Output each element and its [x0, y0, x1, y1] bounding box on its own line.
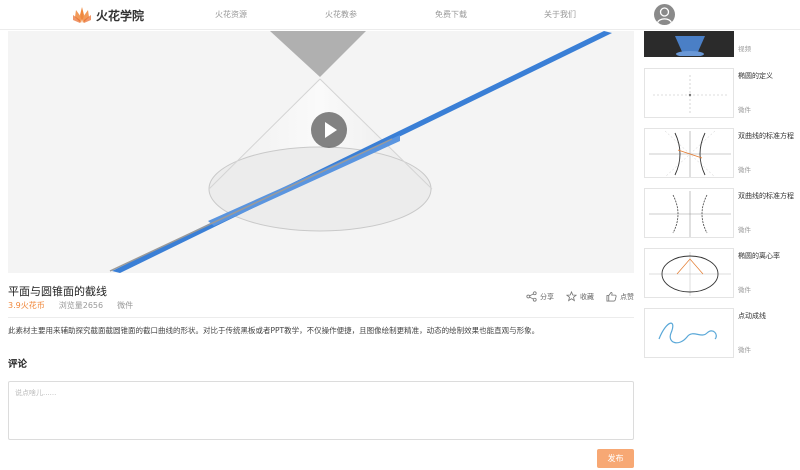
- resource-tag: 微件: [117, 301, 134, 310]
- video-meta: 3.9火花币 浏览量2656 微件: [8, 300, 133, 311]
- item-tag: 微件: [738, 166, 751, 174]
- related-item[interactable]: 视频: [644, 31, 794, 57]
- item-tag: 微件: [738, 226, 751, 234]
- user-avatar-icon[interactable]: [654, 4, 675, 25]
- favorite-label: 收藏: [580, 292, 594, 301]
- item-tag: 微件: [738, 106, 751, 114]
- thumbnail: [644, 31, 734, 57]
- ellipse-thumbnail-image: [653, 75, 727, 115]
- share-label: 分享: [540, 292, 554, 301]
- nav-resources[interactable]: 火花资源: [215, 9, 247, 20]
- nav-about[interactable]: 关于我们: [544, 9, 576, 20]
- thumbnail: [644, 68, 734, 118]
- item-tag: 微件: [738, 286, 751, 294]
- cone-plane-animation: [8, 31, 634, 273]
- logo[interactable]: 火花学院: [72, 6, 144, 24]
- item-title: 双曲线的标准方程: [738, 192, 794, 200]
- video-player[interactable]: [8, 31, 634, 273]
- like-button[interactable]: 点赞: [606, 291, 634, 302]
- star-icon: [566, 291, 577, 302]
- hyperbola-thumbnail-image: [649, 191, 731, 237]
- curve-thumbnail-image: [658, 322, 717, 344]
- like-label: 点赞: [620, 292, 634, 301]
- comment-input[interactable]: [8, 381, 634, 440]
- item-title: 椭圆的定义: [738, 72, 773, 80]
- item-tag: 视频: [738, 45, 751, 53]
- item-title: 点动成线: [738, 312, 766, 320]
- related-item[interactable]: 椭圆的定义 微件: [644, 68, 794, 118]
- hyperbola-thumbnail-image: [649, 130, 731, 177]
- item-title: 双曲线的标准方程: [738, 132, 794, 140]
- thumbnail: [644, 188, 734, 238]
- divider: [8, 317, 634, 318]
- action-bar: 分享 收藏 点赞: [526, 291, 634, 302]
- nav-download[interactable]: 免费下载: [435, 9, 467, 20]
- nav-teaching[interactable]: 火花教参: [325, 9, 357, 20]
- flame-logo-icon: [73, 7, 91, 23]
- play-button[interactable]: [311, 112, 347, 148]
- related-item[interactable]: 双曲线的标准方程 微件: [644, 188, 794, 238]
- top-navbar: 火花学院 火花资源 火花教参 免费下载 关于我们: [0, 0, 800, 30]
- logo-text: 火花学院: [96, 8, 145, 23]
- view-count: 浏览量2656: [58, 301, 104, 310]
- related-item[interactable]: 点动成线 微件: [644, 308, 794, 358]
- thumbnail: [644, 308, 734, 358]
- video-description: 此素材主要用来辅助探究截面截圆锥面的截口曲线的形状。对比于传统黑板或者PPT教学…: [8, 326, 540, 335]
- ellipse-eccentricity-thumbnail-image: [649, 252, 731, 296]
- thumbs-up-icon: [606, 291, 617, 302]
- user-silhouette-icon: [656, 7, 673, 24]
- favorite-button[interactable]: 收藏: [566, 291, 594, 302]
- item-tag: 微件: [738, 346, 751, 354]
- publish-button[interactable]: 发布: [597, 449, 634, 468]
- video-title: 平面与圆锥面的截线: [8, 285, 107, 298]
- share-button[interactable]: 分享: [526, 291, 554, 302]
- coin-price: 3.9火花币: [8, 301, 45, 310]
- share-icon: [526, 291, 537, 302]
- related-item[interactable]: 椭圆的离心率 微件: [644, 248, 794, 298]
- thumbnail: [644, 248, 734, 298]
- cone-thumbnail-image: [675, 36, 705, 56]
- item-title: 椭圆的离心率: [738, 252, 780, 260]
- thumbnail: [644, 128, 734, 178]
- related-item[interactable]: 双曲线的标准方程 微件: [644, 128, 794, 178]
- comments-heading: 评论: [8, 359, 28, 370]
